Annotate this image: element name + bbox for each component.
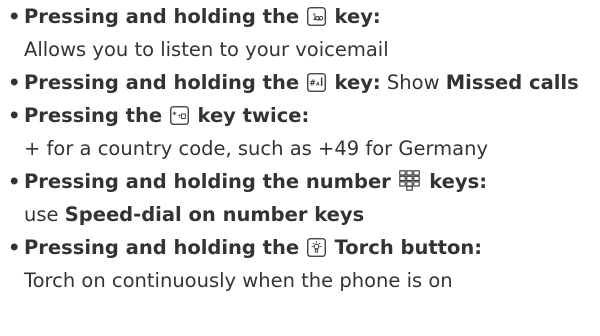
bullet: • <box>8 71 21 94</box>
item-heading: Pressing and holding the number keys: <box>24 170 487 193</box>
item-heading: Pressing and holding the # key: Show Mis… <box>24 71 579 94</box>
list-item-voicemail: • Pressing and holding the 1 key: Allows… <box>0 0 600 66</box>
svg-text:1: 1 <box>312 13 317 23</box>
item-detail: use Speed-dial on number keys <box>24 203 365 226</box>
item-detail: Allows you to listen to your voicemail <box>24 38 389 61</box>
list-item-speed-dial: • Pressing and holding the number keys: … <box>0 165 600 231</box>
bullet: • <box>8 236 21 259</box>
manual-page: • Pressing and holding the 1 key: Allows… <box>0 0 600 336</box>
torch-button-icon <box>307 238 327 257</box>
number-keypad-grid-icon <box>399 170 420 191</box>
list-item-missed-calls: • Pressing and holding the # key: Show M… <box>0 66 600 99</box>
list-item-torch: • Pressing and holding the Torch button:… <box>0 231 600 297</box>
item-detail: + for a country code, such as +49 for Ge… <box>24 137 488 160</box>
item-heading: Pressing and holding the 1 key: <box>24 5 381 28</box>
item-detail: Torch on continuously when the phone is … <box>24 269 453 292</box>
key-function-list: • Pressing and holding the 1 key: Allows… <box>0 0 600 297</box>
key-1-voicemail-icon: 1 <box>307 7 327 26</box>
bullet: • <box>8 5 21 28</box>
key-hash-icon: # <box>307 73 327 92</box>
svg-text:#: # <box>310 79 316 88</box>
bullet: • <box>8 170 21 193</box>
item-heading: Pressing the * + key twice: <box>24 104 310 127</box>
list-item-country-code: • Pressing the * + key twice: + for a co… <box>0 99 600 165</box>
bullet: • <box>8 104 21 127</box>
item-heading: Pressing and holding the Torch button: <box>24 236 483 259</box>
key-star-icon: * + <box>170 106 190 125</box>
